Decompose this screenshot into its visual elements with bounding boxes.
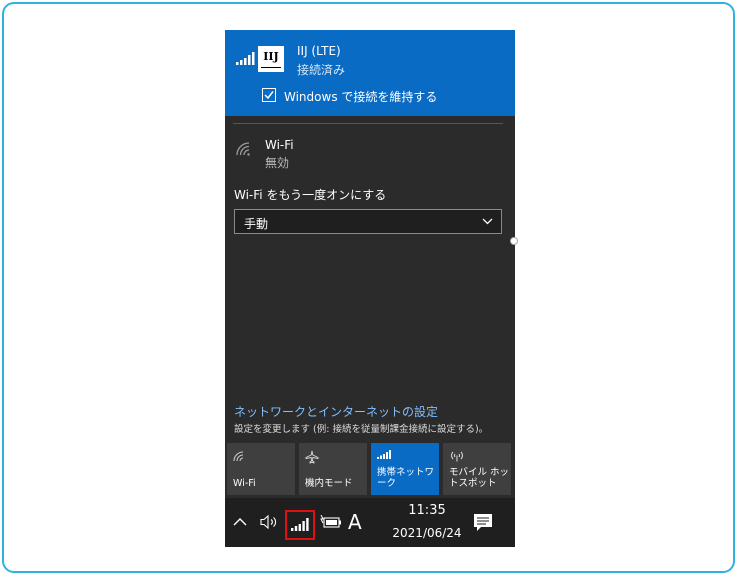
wifi-turn-on-select[interactable]: 手動 bbox=[234, 209, 502, 234]
tile-label: 携帯ネットワーク bbox=[377, 467, 435, 489]
tile-wifi[interactable]: Wi-Fi bbox=[227, 443, 295, 495]
network-settings-link[interactable]: ネットワークとインターネットの設定 bbox=[234, 403, 438, 420]
tile-label: モバイル ホットスポット bbox=[449, 467, 510, 489]
wifi-icon bbox=[233, 451, 244, 462]
network-settings-description: 設定を変更します (例: 接続を従量制課金接続に設定する)。 bbox=[234, 424, 489, 435]
clock-time[interactable]: 11:35 bbox=[397, 503, 457, 518]
keep-connected-label[interactable]: Windows で接続を維持する bbox=[284, 88, 437, 105]
action-center-icon[interactable] bbox=[473, 512, 493, 532]
ime-mode-indicator[interactable]: A bbox=[348, 510, 362, 534]
cellular-icon bbox=[377, 450, 391, 459]
chevron-down-icon bbox=[482, 218, 493, 225]
connection-name: IIJ (LTE) bbox=[297, 44, 341, 58]
clock-date[interactable]: 2021/06/24 bbox=[375, 526, 479, 540]
volume-icon[interactable] bbox=[260, 514, 278, 530]
tile-airplane-mode[interactable]: 機内モード bbox=[299, 443, 367, 495]
tile-cellular[interactable]: 携帯ネットワーク bbox=[371, 443, 439, 495]
wifi-turn-on-value: 手動 bbox=[244, 217, 269, 231]
signal-strength-icon bbox=[236, 52, 255, 65]
divider bbox=[233, 123, 503, 124]
cellular-signal-icon[interactable] bbox=[291, 518, 309, 532]
tile-label: Wi-Fi bbox=[233, 478, 256, 489]
scrollbar-thumb[interactable] bbox=[510, 237, 518, 245]
carrier-logo: IIJ bbox=[258, 46, 284, 72]
wifi-icon bbox=[236, 142, 250, 156]
hotspot-icon bbox=[451, 451, 463, 462]
wifi-name: Wi-Fi bbox=[265, 138, 294, 152]
tile-label: 機内モード bbox=[305, 478, 353, 489]
wifi-status: 無効 bbox=[265, 156, 290, 170]
checkmark-icon bbox=[264, 91, 274, 100]
cellular-connection-item[interactable]: IIJ IIJ (LTE) 接続済み Windows で接続を維持する bbox=[225, 30, 515, 116]
connection-status: 接続済み bbox=[297, 63, 346, 77]
network-flyout: IIJ IIJ (LTE) 接続済み Windows で接続を維持する Wi-F… bbox=[225, 30, 515, 498]
taskbar: A 11:35 2021/06/24 bbox=[225, 498, 515, 547]
keep-connected-checkbox[interactable] bbox=[262, 88, 276, 102]
battery-icon[interactable] bbox=[320, 515, 342, 529]
chevron-up-icon[interactable] bbox=[233, 517, 247, 526]
airplane-icon bbox=[305, 450, 319, 464]
tile-mobile-hotspot[interactable]: モバイル ホットスポット bbox=[443, 443, 511, 495]
wifi-turn-on-label: Wi-Fi をもう一度オンにする bbox=[234, 188, 387, 202]
